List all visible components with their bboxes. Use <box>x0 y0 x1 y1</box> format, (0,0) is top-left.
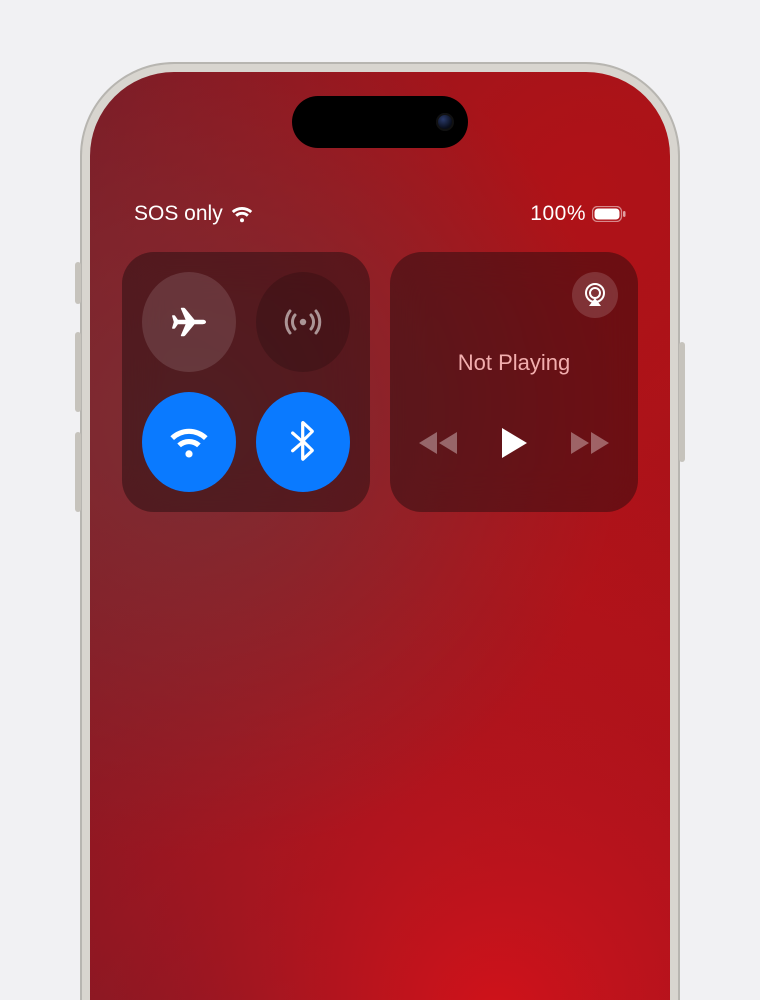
media-controls <box>390 426 638 460</box>
fast-forward-button[interactable] <box>569 429 611 457</box>
status-bar: SOS only 100% <box>90 202 670 226</box>
airplay-button[interactable] <box>572 272 618 318</box>
battery-percent-label: 100% <box>530 202 586 226</box>
iphone-frame: SOS only 100% <box>80 62 680 1000</box>
status-right: 100% <box>530 202 626 226</box>
play-button[interactable] <box>499 426 529 460</box>
airplane-icon <box>169 302 209 342</box>
side-button-volume-up <box>75 332 81 412</box>
wifi-icon <box>231 205 253 223</box>
bluetooth-toggle[interactable] <box>256 392 350 492</box>
side-button-volume-down <box>75 432 81 512</box>
connectivity-grid <box>142 272 350 492</box>
media-tile[interactable]: Not Playing <box>390 252 638 512</box>
side-button-power <box>679 342 685 462</box>
screen: SOS only 100% <box>90 72 670 1000</box>
airplay-icon <box>581 281 609 309</box>
media-title-label: Not Playing <box>390 350 638 376</box>
rewind-button[interactable] <box>417 429 459 457</box>
status-left: SOS only <box>134 202 253 226</box>
wifi-icon <box>167 424 211 460</box>
connectivity-tile[interactable] <box>122 252 370 512</box>
cellular-antenna-toggle[interactable] <box>256 272 350 372</box>
wifi-toggle[interactable] <box>142 392 236 492</box>
side-button-silence <box>75 262 81 304</box>
airplane-mode-toggle[interactable] <box>142 272 236 372</box>
antenna-icon <box>282 301 324 343</box>
battery-icon <box>592 206 626 222</box>
dynamic-island <box>292 96 468 148</box>
bluetooth-icon <box>290 420 316 464</box>
carrier-label: SOS only <box>134 202 223 226</box>
front-camera <box>436 113 454 131</box>
control-center: Not Playing <box>122 252 638 512</box>
